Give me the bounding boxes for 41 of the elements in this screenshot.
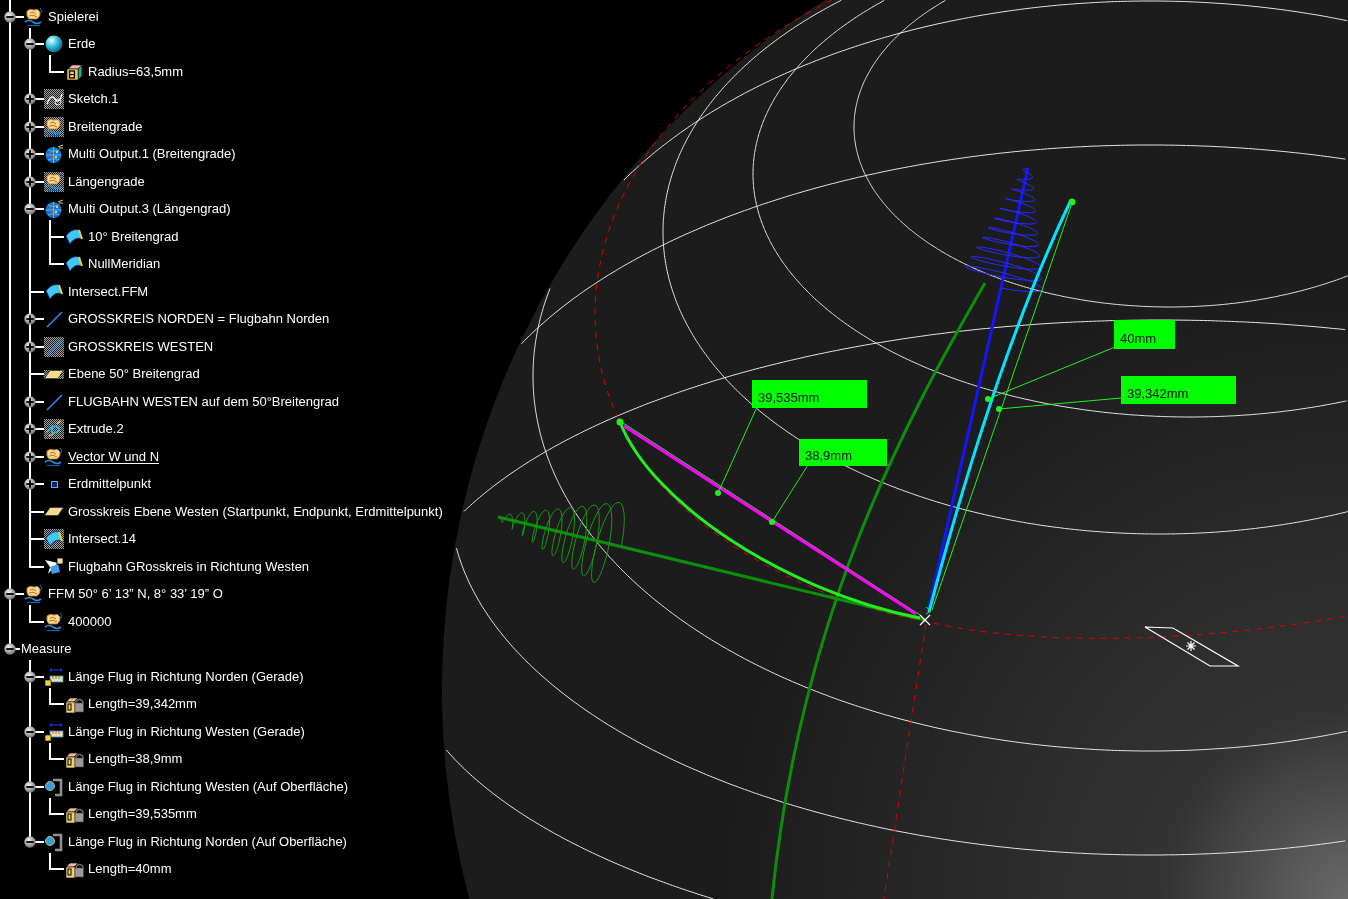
tree-toggle[interactable] bbox=[24, 93, 36, 106]
tree-toggle[interactable] bbox=[24, 780, 36, 793]
endpoint-dot bbox=[616, 418, 624, 426]
tree-toggle[interactable] bbox=[24, 395, 36, 408]
dimension-label: 40mm bbox=[1114, 320, 1175, 349]
tree-toggle[interactable] bbox=[24, 313, 36, 326]
leader-dot bbox=[769, 519, 775, 525]
tree-toggle[interactable] bbox=[24, 835, 36, 848]
tree-toggle[interactable] bbox=[24, 670, 36, 683]
tree-toggle[interactable] bbox=[24, 725, 36, 738]
dimension-label: 39,535mm bbox=[752, 380, 867, 408]
tree-item-label[interactable]: Erdmittelpunkt bbox=[67, 476, 153, 493]
dimension-label: 38,9mm bbox=[799, 439, 887, 466]
leader-dot bbox=[985, 396, 991, 402]
tree-toggle[interactable] bbox=[24, 478, 36, 491]
tree-item-label[interactable]: FFM 50° 6’ 13” N, 8° 33’ 19” O bbox=[47, 586, 224, 603]
dimension-label: 39,342mm bbox=[1121, 376, 1236, 404]
tree-toggle[interactable] bbox=[24, 203, 36, 216]
leader-dot bbox=[715, 490, 721, 496]
tree-toggle[interactable] bbox=[4, 10, 16, 23]
tree-toggle[interactable] bbox=[24, 148, 36, 161]
tree-item-label[interactable]: Length=40mm bbox=[87, 861, 173, 878]
tree-toggle[interactable] bbox=[24, 120, 36, 133]
tree-item-label[interactable]: GROSSKREIS NORDEN = Flugbahn Norden bbox=[67, 311, 331, 328]
tree-item-label[interactable]: Ebene 50° Breitengrad bbox=[67, 366, 201, 383]
tree-toggle[interactable] bbox=[24, 38, 36, 51]
tree-item-label[interactable]: Multi Output.1 (Breitengrade) bbox=[67, 146, 237, 163]
tree-toggle[interactable] bbox=[24, 340, 36, 353]
tree-toggle[interactable] bbox=[24, 423, 36, 436]
tree-toggle[interactable] bbox=[4, 643, 16, 656]
tree-item-label[interactable]: Length=39,535mm bbox=[87, 806, 198, 823]
cross-marker-icon bbox=[919, 606, 932, 626]
tree-item-label[interactable]: Length=39,342mm bbox=[87, 696, 198, 713]
leader-dot bbox=[996, 406, 1002, 412]
tree-toggle[interactable] bbox=[24, 450, 36, 463]
tree-item-label[interactable]: Multi Output.3 (Längengrad) bbox=[67, 201, 232, 218]
plane-marker-icon bbox=[1144, 626, 1241, 667]
tree-toggle[interactable] bbox=[4, 588, 16, 601]
tree-toggle[interactable] bbox=[24, 175, 36, 188]
tree-item-label[interactable]: Length=38,9mm bbox=[87, 751, 184, 768]
endpoint-dot bbox=[1068, 198, 1076, 206]
